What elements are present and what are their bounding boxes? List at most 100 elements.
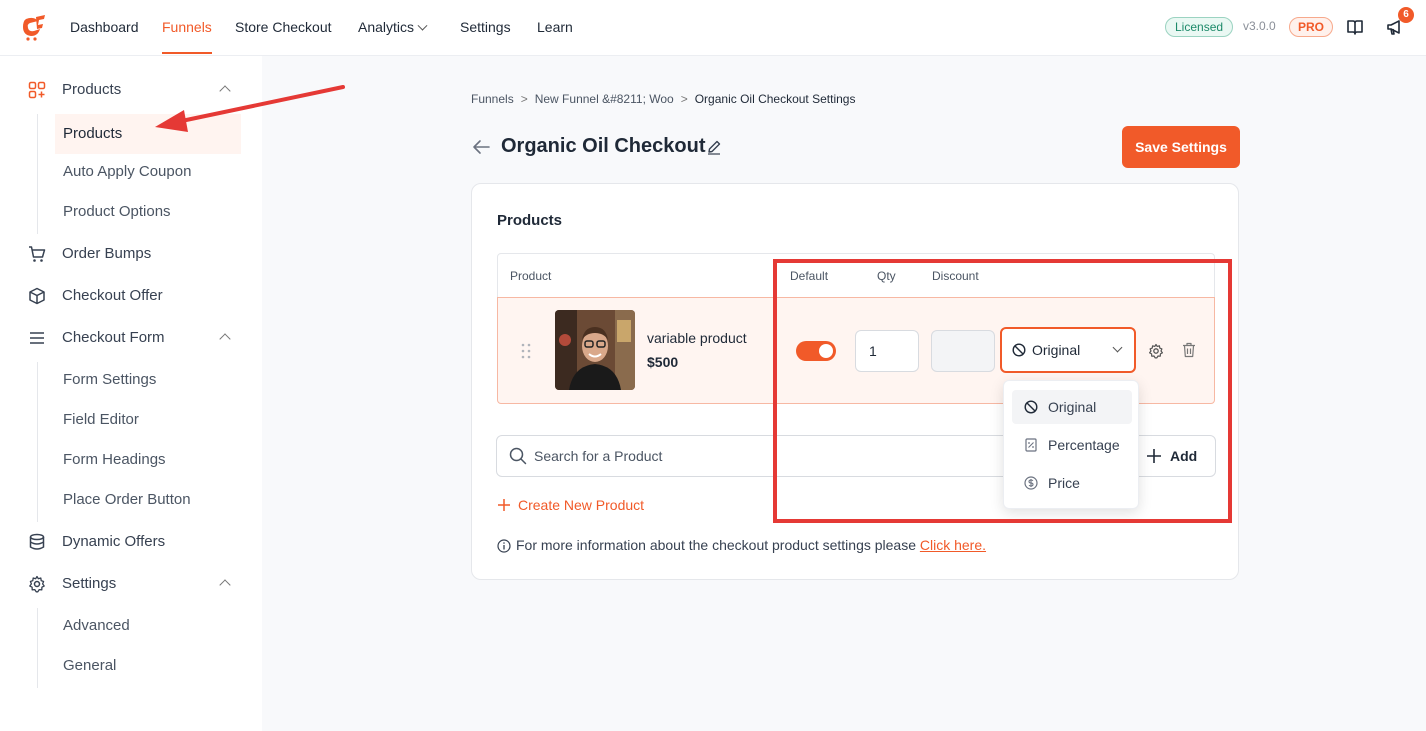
column-header-discount: Discount: [932, 269, 979, 283]
sidebar-item-place-order-button[interactable]: Place Order Button: [55, 480, 241, 520]
nav-funnels[interactable]: Funnels: [162, 0, 212, 54]
create-new-product-link[interactable]: Create New Product: [498, 497, 658, 515]
sidebar-item-label: General: [63, 657, 117, 674]
sidebar: Products Products Auto Apply Coupon Prod…: [0, 56, 262, 731]
sidebar-group-label: Settings: [62, 575, 117, 592]
sidebar-item-advanced[interactable]: Advanced: [55, 606, 241, 646]
discount-type-dropdown: Original Percentage Price: [1003, 380, 1139, 509]
sidebar-divider: [37, 608, 38, 688]
column-header-default: Default: [790, 269, 829, 283]
info-text: For more information about the checkout …: [516, 537, 916, 553]
discount-value-input[interactable]: [931, 330, 995, 372]
search-icon: [509, 447, 527, 465]
nav-analytics[interactable]: Analytics: [358, 0, 428, 54]
discount-type-select[interactable]: Original: [1000, 327, 1136, 373]
discount-option-percentage[interactable]: Percentage: [1012, 428, 1132, 462]
breadcrumb-separator: >: [680, 92, 688, 106]
ban-icon: [1012, 343, 1026, 357]
grid-plus-icon: [28, 81, 46, 99]
nav-dashboard[interactable]: Dashboard: [70, 0, 139, 54]
column-header-qty: Qty: [877, 269, 896, 283]
nav-settings[interactable]: Settings: [460, 0, 511, 54]
sidebar-group-settings[interactable]: Settings: [24, 570, 244, 598]
chevron-up-icon: [219, 579, 231, 591]
sidebar-group-label: Dynamic Offers: [62, 533, 166, 550]
sidebar-item-label: Form Settings: [63, 371, 157, 388]
breadcrumb: Funnels > New Funnel &#8211; Woo > Organic O…: [471, 92, 855, 106]
pencil-edit-icon[interactable]: [706, 139, 722, 155]
sidebar-group-checkout-offer[interactable]: Checkout Offer: [24, 282, 244, 310]
create-link-label: Create New Product: [518, 497, 645, 513]
sidebar-group-checkout-form[interactable]: Checkout Form: [24, 324, 244, 352]
plus-icon: [498, 499, 510, 511]
sidebar-divider: [37, 362, 38, 522]
info-icon: [497, 539, 511, 553]
nav-learn[interactable]: Learn: [537, 0, 573, 54]
box-icon: [29, 287, 45, 305]
sidebar-group-label: Products: [62, 81, 122, 98]
drag-handle-icon[interactable]: [520, 342, 532, 360]
sidebar-item-label: Advanced: [63, 617, 130, 634]
trash-icon[interactable]: [1182, 342, 1196, 358]
product-thumbnail: [555, 310, 635, 390]
sidebar-item-form-headings[interactable]: Form Headings: [55, 440, 241, 480]
sidebar-group-label: Order Bumps: [62, 245, 152, 262]
cartflows-logo-icon[interactable]: [20, 13, 48, 41]
annotation-arrow: [155, 85, 345, 132]
gear-icon[interactable]: [1148, 343, 1164, 359]
plus-icon: [1147, 449, 1161, 463]
chevron-down-icon: [1112, 342, 1123, 353]
column-header-product: Product: [510, 269, 552, 283]
breadcrumb-separator: >: [520, 92, 528, 106]
save-settings-button[interactable]: Save Settings: [1122, 126, 1240, 168]
sidebar-item-label: Place Order Button: [63, 491, 191, 508]
nav-analytics-label: Analytics: [358, 19, 415, 35]
add-button-label: Add: [1170, 448, 1198, 464]
breadcrumb-funnels[interactable]: Funnels: [471, 92, 514, 106]
cart-icon: [29, 246, 46, 262]
sidebar-group-dynamic-offers[interactable]: Dynamic Offers: [24, 528, 244, 556]
discount-option-price[interactable]: Price: [1012, 466, 1132, 500]
notification-count-badge: 6: [1398, 7, 1414, 23]
sidebar-item-general[interactable]: General: [55, 646, 241, 686]
licensed-badge: Licensed: [1165, 17, 1234, 37]
breadcrumb-funnel[interactable]: New Funnel &#8211; Woo: [535, 92, 674, 106]
sidebar-item-product-options[interactable]: Product Options: [55, 192, 241, 232]
sidebar-item-label: Auto Apply Coupon: [63, 163, 192, 180]
quantity-input[interactable]: [855, 330, 919, 372]
default-toggle[interactable]: [796, 341, 836, 361]
sidebar-item-label: Product Options: [63, 203, 171, 220]
gear-icon: [29, 575, 45, 593]
product-name: variable product: [647, 330, 747, 346]
sidebar-item-field-editor[interactable]: Field Editor: [55, 400, 241, 440]
percent-receipt-icon: [1025, 438, 1037, 452]
database-icon: [29, 533, 45, 550]
version-label: v3.0.0: [1243, 19, 1276, 33]
back-arrow-icon[interactable]: [471, 138, 491, 156]
product-price: $500: [647, 354, 679, 370]
card-title: Products: [497, 212, 563, 229]
products-table-header: Product Default Qty Discount: [497, 253, 1215, 298]
sidebar-divider: [37, 114, 38, 234]
sidebar-group-label: Checkout Offer: [62, 287, 163, 304]
discount-option-original[interactable]: Original: [1012, 390, 1132, 424]
nav-funnels-label: Funnels: [162, 19, 212, 35]
sidebar-item-form-settings[interactable]: Form Settings: [55, 360, 241, 400]
dollar-circle-icon: [1024, 476, 1038, 490]
ban-icon: [1024, 400, 1038, 414]
breadcrumb-current: Organic Oil Checkout Settings: [694, 92, 856, 106]
click-here-link[interactable]: Click here.: [920, 537, 986, 553]
discount-option-label: Original: [1048, 399, 1097, 415]
book-icon[interactable]: [1346, 18, 1364, 36]
sidebar-group-label: Checkout Form: [62, 329, 165, 346]
sidebar-item-label: Field Editor: [63, 411, 139, 428]
discount-option-label: Price: [1048, 475, 1080, 491]
sidebar-item-label: Products: [63, 125, 123, 142]
nav-store-checkout[interactable]: Store Checkout: [235, 0, 332, 54]
top-navigation: Dashboard Funnels Store Checkout Analyti…: [0, 0, 1426, 56]
sidebar-item-auto-apply-coupon[interactable]: Auto Apply Coupon: [55, 152, 241, 192]
sidebar-group-order-bumps[interactable]: Order Bumps: [24, 240, 244, 268]
menu-icon: [30, 332, 44, 344]
discount-option-label: Percentage: [1048, 437, 1120, 453]
chevron-down-icon: [417, 20, 428, 31]
